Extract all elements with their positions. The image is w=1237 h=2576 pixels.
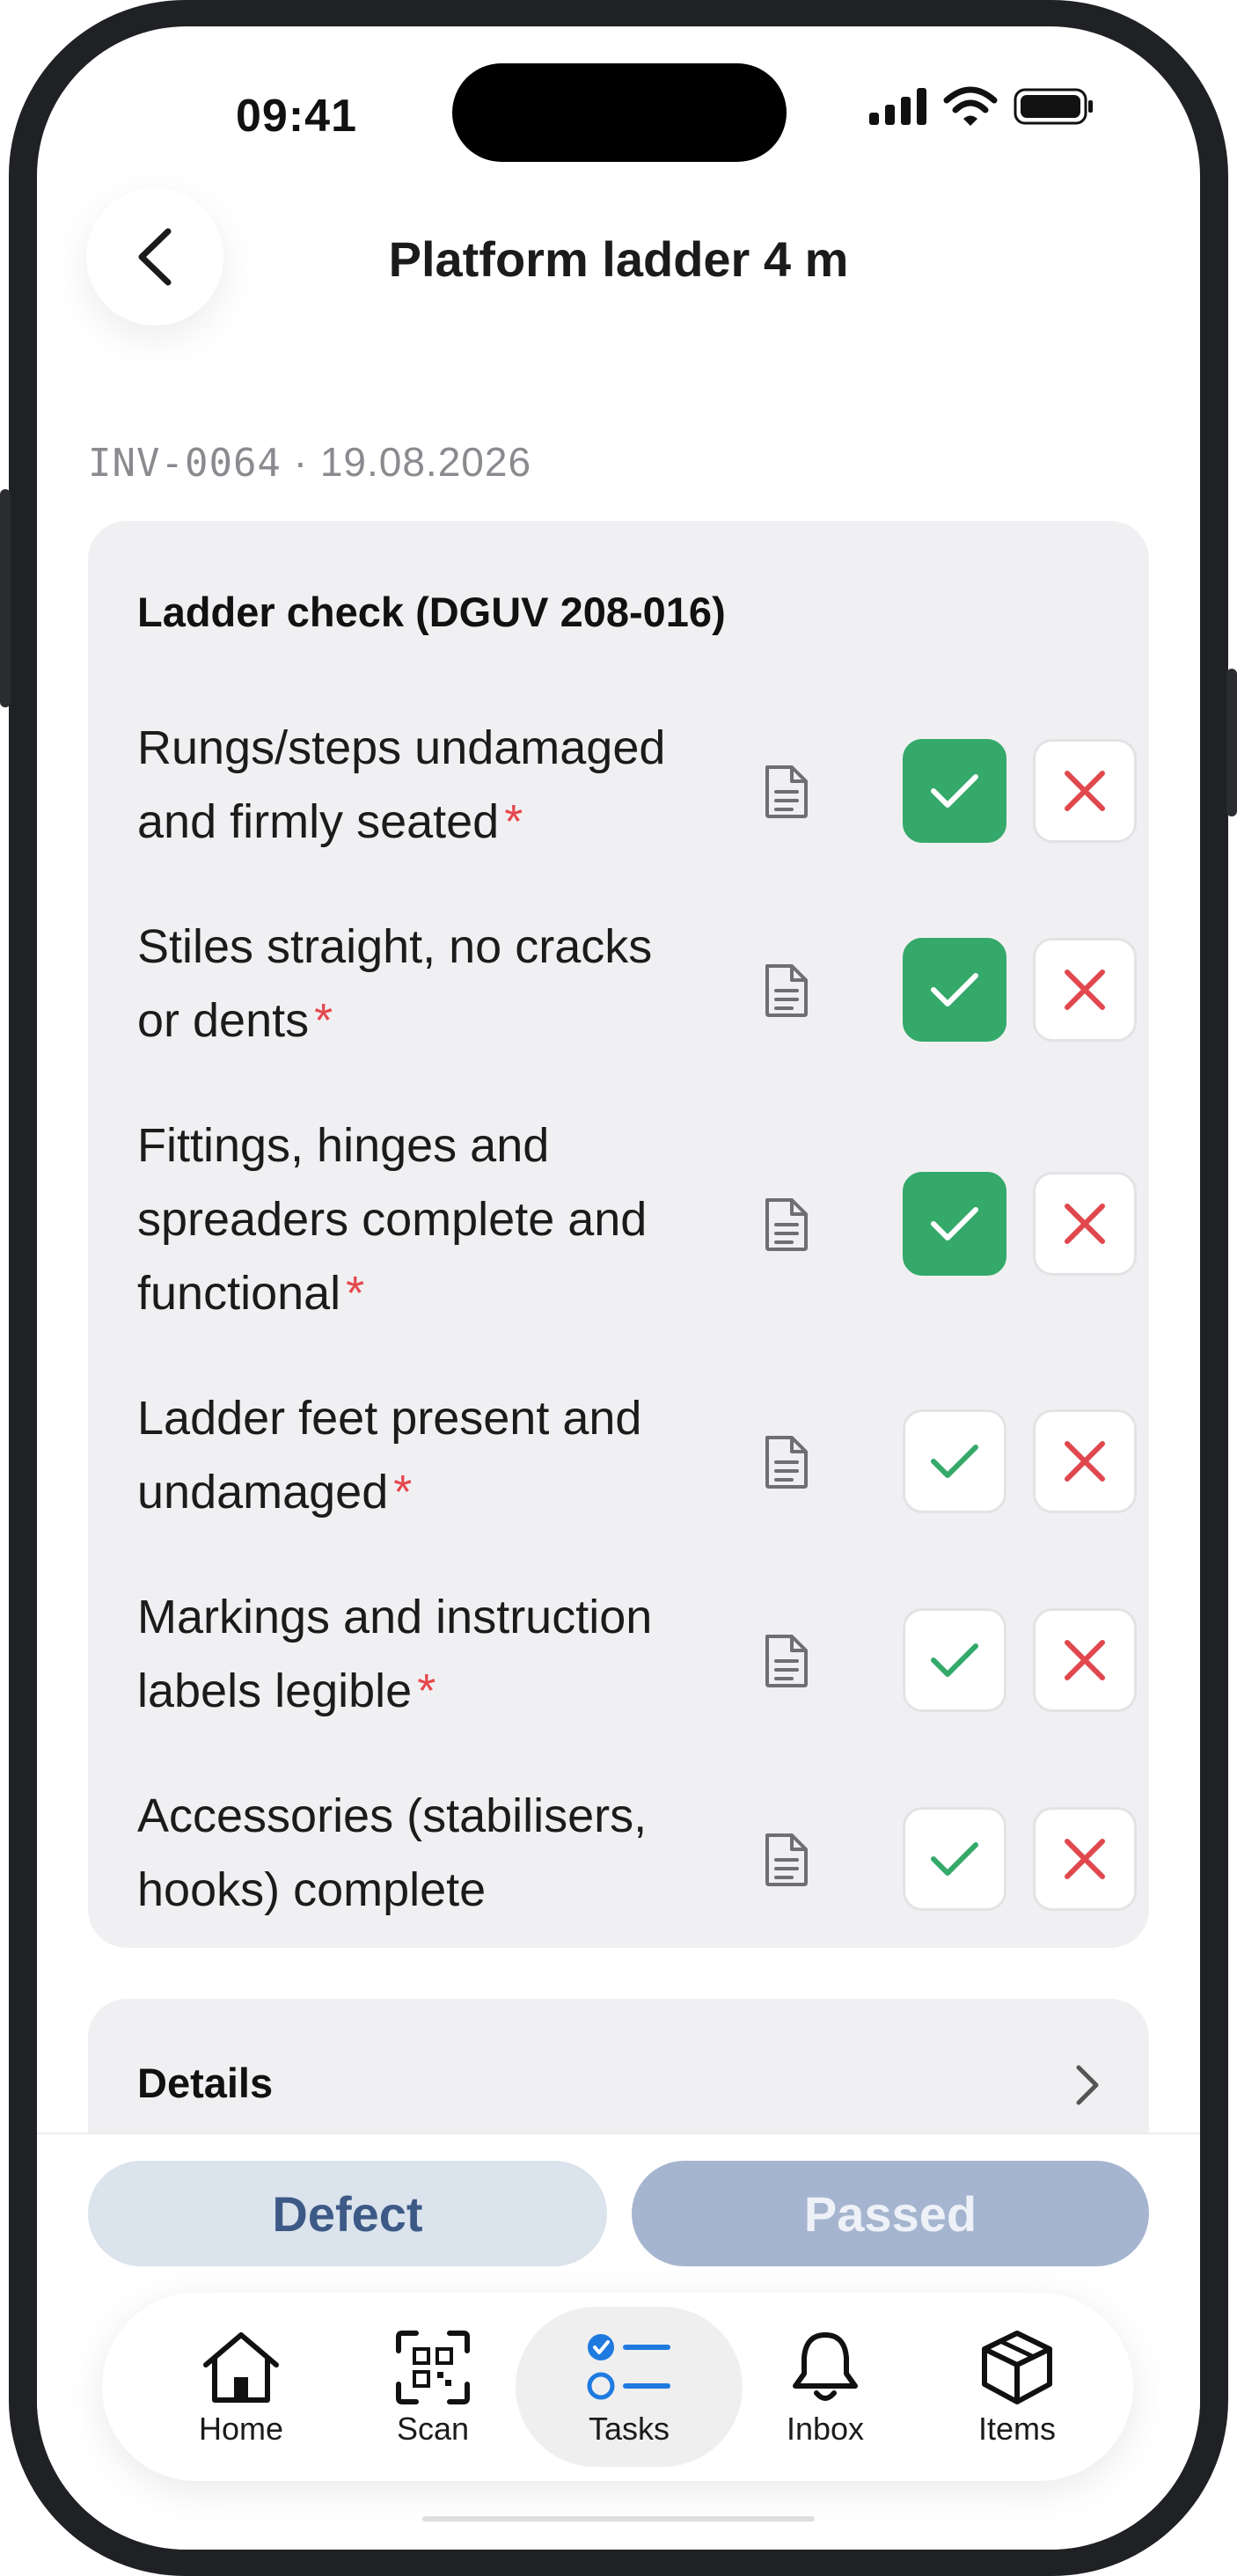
checklist-item-stiles: Stiles straight, no cracks or dents *: [88, 911, 1149, 1070]
dynamic-island: [452, 63, 787, 162]
tab-label: Items: [977, 2411, 1056, 2447]
bottom-bar: Defect Passed Home Scan Tasks Inbox Item…: [37, 2133, 1200, 2550]
fail-button[interactable]: [1033, 1608, 1137, 1712]
meta-separator: ·: [293, 439, 309, 485]
checklist-item-rungs: Rungs/steps undamaged and firmly seated *: [88, 713, 1149, 871]
chevron-right-icon: [1076, 2065, 1099, 2105]
cross-icon: [1065, 1640, 1105, 1680]
fail-button[interactable]: [1033, 1172, 1137, 1276]
fail-button[interactable]: [1033, 739, 1137, 843]
checklist-item-accessories: Accessories (stabilisers, hooks) complet…: [88, 1781, 1149, 1939]
box-icon: [982, 2331, 1052, 2404]
tab-tasks[interactable]: Tasks: [516, 2307, 743, 2467]
checklist-item-markings: Markings and instruction labels legible *: [88, 1582, 1149, 1740]
check-icon: [931, 1842, 978, 1876]
checklist-item-feet: Ladder feet present and undamaged *: [88, 1383, 1149, 1541]
phone-screen: 09:41 Platform ladder 4 m INV-0064 · 19.…: [37, 26, 1200, 2550]
pass-button[interactable]: [903, 938, 1006, 1042]
tab-bar: Home Scan Tasks Inbox Items: [102, 2293, 1133, 2481]
checklist-item-label: Fittings, hinges and spreaders complete …: [137, 1119, 648, 1320]
checklist-item-label: Accessories (stabilisers, hooks) complet…: [137, 1789, 648, 1916]
tab-scan[interactable]: Scan: [336, 2307, 530, 2467]
tab-label: Tasks: [588, 2411, 670, 2447]
cross-icon: [1065, 1441, 1105, 1482]
tab-inbox[interactable]: Inbox: [728, 2307, 922, 2467]
details-label: Details: [137, 2060, 274, 2106]
pass-button[interactable]: [903, 1807, 1006, 1911]
chevron-left-icon: [138, 228, 172, 286]
inventory-id: INV-0064: [88, 441, 282, 486]
checklist-item-label: Stiles straight, no cracks or dents *: [137, 920, 653, 1047]
cross-icon: [1065, 771, 1105, 811]
required-marker: *: [393, 1466, 413, 1519]
checklist-title: Ladder check (DGUV 208-016): [137, 589, 726, 635]
home-indicator: [422, 2516, 815, 2521]
fail-button[interactable]: [1033, 1409, 1137, 1513]
checklist-card: Ladder check (DGUV 208-016) Rungs/steps …: [88, 521, 1149, 1948]
checklist-item-label: Rungs/steps undamaged and firmly seated *: [137, 721, 666, 848]
check-icon: [931, 1643, 978, 1677]
tab-label: Home: [198, 2411, 284, 2447]
note-icon[interactable]: [762, 1832, 811, 1888]
note-icon[interactable]: [762, 1197, 811, 1253]
fail-button[interactable]: [1033, 1807, 1137, 1911]
pass-button[interactable]: [903, 1608, 1006, 1712]
inspection-date: 19.08.2026: [319, 439, 532, 485]
check-icon: [931, 1207, 978, 1240]
check-icon: [931, 774, 978, 808]
pass-button[interactable]: [903, 1172, 1006, 1276]
note-icon[interactable]: [762, 962, 811, 1019]
note-icon[interactable]: [762, 1633, 811, 1689]
checklist-item-label: Ladder feet present and undamaged *: [137, 1392, 642, 1519]
device-side-button-left: [0, 489, 11, 707]
tab-home[interactable]: Home: [144, 2307, 338, 2467]
inventory-meta: INV-0064 · 19.08.2026: [88, 438, 531, 486]
tab-label: Scan: [396, 2411, 470, 2447]
house-icon: [203, 2332, 279, 2403]
required-marker: *: [417, 1665, 436, 1717]
tab-items[interactable]: Items: [920, 2307, 1114, 2467]
wifi-icon: [943, 86, 998, 126]
required-marker: *: [314, 994, 333, 1047]
fail-button[interactable]: [1033, 938, 1137, 1042]
pass-button[interactable]: [903, 739, 1006, 843]
pass-button[interactable]: [903, 1409, 1006, 1513]
required-marker: *: [504, 795, 523, 848]
bell-icon: [793, 2332, 858, 2401]
check-icon: [931, 1445, 978, 1478]
page-title: Platform ladder 4 m: [388, 231, 849, 287]
back-button[interactable]: [86, 188, 223, 326]
check-icon: [931, 973, 978, 1006]
qr-code-icon: [396, 2331, 470, 2404]
checklist-item-fittings: Fittings, hinges and spreaders complete …: [88, 1109, 1149, 1341]
passed-button[interactable]: Passed: [632, 2161, 1149, 2266]
checklist-item-label: Markings and instruction labels legible *: [137, 1591, 653, 1717]
battery-icon: [1014, 88, 1093, 125]
cross-icon: [1065, 1204, 1105, 1244]
required-marker: *: [346, 1267, 365, 1320]
cross-icon: [1065, 1839, 1105, 1879]
tab-label: Inbox: [786, 2411, 865, 2447]
signal-icon: [869, 88, 926, 125]
defect-button[interactable]: Defect: [88, 2161, 607, 2266]
device-side-button-right: [1226, 669, 1237, 816]
cross-icon: [1065, 970, 1105, 1010]
note-icon[interactable]: [762, 764, 811, 820]
note-icon[interactable]: [762, 1434, 811, 1490]
status-icons: [869, 86, 1094, 127]
task-list-icon: [587, 2334, 670, 2400]
status-time: 09:41: [236, 91, 357, 142]
